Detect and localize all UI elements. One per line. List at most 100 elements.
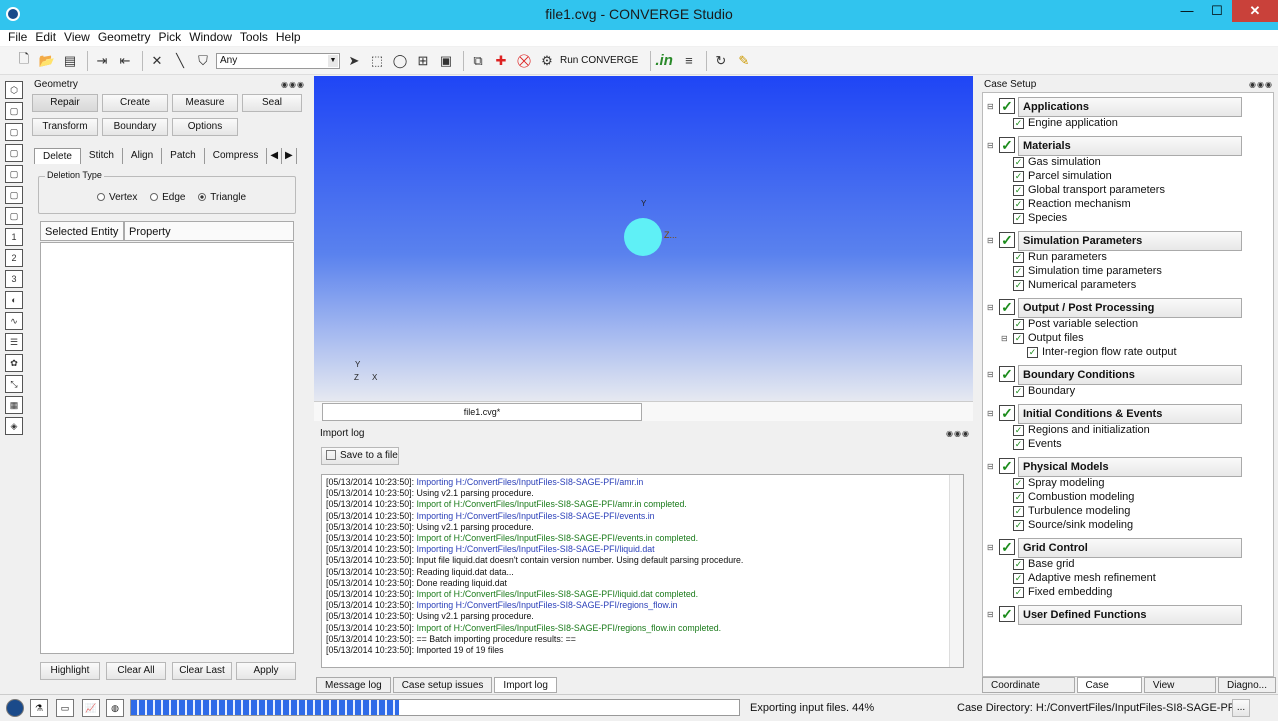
tab-align[interactable]: Align [123,148,163,164]
tab-patch[interactable]: Patch [162,148,205,164]
clear-all-button[interactable]: Clear All [106,662,166,680]
edge-radio[interactable] [150,193,159,202]
triangle-radio[interactable] [198,193,207,202]
tree-item[interactable]: ✓ Gas simulation [1013,156,1101,168]
collapse-icon[interactable]: ⊟ [987,462,994,471]
view-2-icon[interactable]: 2 [5,249,23,267]
tab-scroll-left-icon[interactable]: ◀ [267,148,283,164]
property-header[interactable]: Property [124,221,294,241]
tree-item-checkbox[interactable]: ✓ [1013,491,1024,503]
list-tree-icon[interactable]: ☰ [5,333,23,351]
category-checkbox[interactable]: ✓ [999,299,1015,315]
category-8[interactable]: User Defined Functions [1018,605,1242,625]
tab-delete[interactable]: Delete [34,148,81,164]
tree-item-checkbox[interactable]: ✓ [1013,505,1024,517]
transform-button[interactable]: Transform [32,118,98,136]
tree-item[interactable]: ✓ Parcel simulation [1013,170,1112,182]
category-0[interactable]: Applications [1018,97,1242,117]
grid-icon[interactable]: ▦ [5,396,23,414]
circle-select-icon[interactable]: ◯ [390,51,410,71]
category-6[interactable]: Physical Models [1018,457,1242,477]
transform-icon[interactable]: ⧉ [468,51,488,71]
filter-icon[interactable]: ⛉ [193,51,213,71]
category-5[interactable]: Initial Conditions & Events [1018,404,1242,424]
entity-table[interactable] [40,242,294,654]
menu-help[interactable]: Help [272,30,305,46]
chart-icon[interactable]: 📈 [82,699,100,717]
collapse-icon[interactable]: ⊟ [1001,334,1008,343]
highlight-button[interactable]: Highlight [40,662,100,680]
tree-item[interactable]: ✓ Simulation time parameters [1013,265,1162,277]
tab-view-options[interactable]: View Optio... [1143,677,1216,707]
tab-scroll-right-icon[interactable]: ▶ [282,148,297,164]
tab-compress[interactable]: Compress [205,148,268,164]
category-checkbox[interactable]: ✓ [999,458,1015,474]
tab-coordinate-cache[interactable]: Coordinate Cac... [982,677,1075,707]
tab-case-setup-issues[interactable]: Case setup issues [392,677,493,693]
import-log-text[interactable]: [05/13/2014 10:23:50]: Importing H:/Conv… [321,474,964,668]
tree-item-checkbox[interactable]: ✓ [1013,212,1024,224]
tree-item-checkbox[interactable]: ✓ [1013,424,1024,436]
close-button[interactable]: ✕ [1232,0,1278,22]
category-3[interactable]: Output / Post Processing [1018,298,1242,318]
tree-subitem[interactable]: ✓ Inter-region flow rate output [1027,346,1177,358]
category-4[interactable]: Boundary Conditions [1018,365,1242,385]
export-icon[interactable]: ⇤ [115,51,135,71]
menu-pick[interactable]: Pick [155,30,186,46]
maximize-button[interactable]: ☐ [1202,0,1232,22]
tree-item[interactable]: ✓ Regions and initialization [1013,424,1150,436]
log-scrollbar[interactable] [949,475,963,667]
boundary-button[interactable]: Boundary [102,118,168,136]
tab-diagnostics[interactable]: Diagno... [1217,677,1276,693]
view-left-icon[interactable]: ▢ [5,144,23,162]
apply-button[interactable]: Apply [236,662,296,680]
case-setup-tree[interactable]: ⊟ ✓ Applications ✓ Engine application ⊟ ✓ Mater… [982,92,1274,677]
tree-item-checkbox[interactable]: ✓ [1013,279,1024,291]
measure-button[interactable]: Measure [172,94,238,112]
vertex-radio[interactable] [97,193,105,202]
minimize-button[interactable]: — [1172,0,1202,22]
tree-item[interactable]: ✓ Combustion modeling [1013,491,1134,503]
category-checkbox[interactable]: ✓ [999,137,1015,153]
list-icon[interactable]: ≡ [679,51,699,71]
grid-select-icon[interactable]: ⊞ [413,51,433,71]
tree-item-checkbox[interactable]: ✓ [1013,519,1024,531]
pointer-icon[interactable]: ➤ [344,51,364,71]
tab-stitch[interactable]: Stitch [81,148,123,164]
tree-item[interactable]: ✓ Output files [1013,332,1084,344]
category-checkbox[interactable]: ✓ [999,98,1015,114]
panel-controls-icon[interactable]: ◉◉◉ [1249,78,1273,92]
tree-item[interactable]: ✓ Boundary [1013,385,1075,397]
browse-case-dir-button[interactable]: ... [1232,699,1250,717]
tree-item-checkbox[interactable]: ✓ [1013,332,1024,344]
view-top-icon[interactable]: ▢ [5,186,23,204]
menu-view[interactable]: View [60,30,94,46]
view-front-icon[interactable]: ▢ [5,102,23,120]
pick-filter-combo[interactable]: Any ▼ [216,52,340,69]
category-1[interactable]: Materials [1018,136,1242,156]
tree-item[interactable]: ✓ Turbulence modeling [1013,505,1130,517]
delete-x-icon[interactable]: ✕ [147,51,167,71]
view-3-icon[interactable]: 3 [5,270,23,288]
tree-item-checkbox[interactable]: ✓ [1013,586,1024,598]
tab-message-log[interactable]: Message log [316,677,391,693]
tree-item-checkbox[interactable]: ✓ [1013,170,1024,182]
tree-item[interactable]: ✓ Reaction mechanism [1013,198,1131,210]
eye-icon[interactable]: ◈ [5,417,23,435]
tree-item-checkbox[interactable]: ✓ [1013,156,1024,168]
category-checkbox[interactable]: ✓ [999,232,1015,248]
tree-item[interactable]: ✓ Events [1013,438,1062,450]
tree-item[interactable]: ✓ Species [1013,212,1067,224]
stethoscope-icon[interactable]: ∿ [5,312,23,330]
tree-item-checkbox[interactable]: ✓ [1013,572,1024,584]
save-icon[interactable]: ▤ [60,51,80,71]
converge-logo-icon[interactable] [6,699,24,717]
wand-icon[interactable]: ✎ [734,51,754,71]
view-iso-icon[interactable]: ⬡ [5,81,23,99]
menu-geometry[interactable]: Geometry [94,30,155,46]
collapse-icon[interactable]: ⊟ [987,610,994,619]
tree-item[interactable]: ✓ Fixed embedding [1013,586,1112,598]
menu-tools[interactable]: Tools [236,30,272,46]
collapse-icon[interactable]: ⊟ [987,102,994,111]
run-converge-button[interactable]: Run CONVERGE [560,55,638,66]
